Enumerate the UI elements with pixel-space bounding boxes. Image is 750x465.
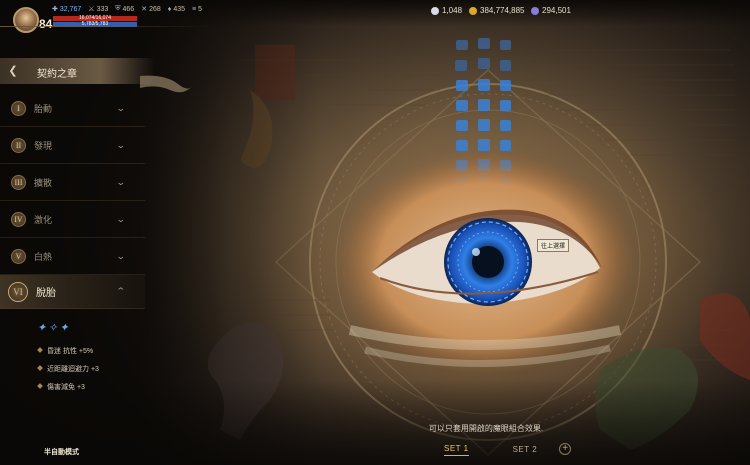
stat-potion: ♦ 435 bbox=[167, 5, 186, 13]
panel-header: ❮ 契約之章 bbox=[0, 58, 155, 84]
chevron-down-icon: ⌄ bbox=[115, 250, 126, 261]
scroll-ornament bbox=[140, 75, 192, 93]
menu-item-2[interactable]: II 發現 ⌄ bbox=[0, 127, 145, 164]
menu-item-3[interactable]: III 擴散 ⌄ bbox=[0, 164, 145, 201]
effect-item: 昏迷 抗性 +5% bbox=[37, 346, 93, 356]
menu-item-label: 擴散 bbox=[34, 177, 53, 188]
divider bbox=[0, 26, 210, 27]
menu-item-label: 白熱 bbox=[34, 251, 53, 262]
effect-item: 傷害減免 +3 bbox=[37, 382, 85, 392]
stat-attack: ⚔ 333 bbox=[88, 5, 109, 14]
tooltip: 往上選擇 bbox=[537, 239, 570, 252]
menu-item-1[interactable]: I 胎動 ⌄ bbox=[0, 90, 145, 127]
potion-icon: ♦ bbox=[167, 5, 172, 13]
numeral-badge: IV bbox=[11, 211, 26, 227]
menu-item-label: 胎動 bbox=[34, 103, 53, 114]
chevron-up-icon: ⌃ bbox=[115, 286, 126, 296]
numeral-badge: II bbox=[11, 137, 26, 153]
player-stats: ✚ 32,767 ⚔ 333 ⛨ 466 ✕ 268 ♦ 435 ≡ 5 bbox=[52, 5, 202, 13]
menu-item-label: 脫胎 bbox=[36, 288, 56, 299]
menu-item-6-active[interactable]: VI 脫胎 ⌃ bbox=[0, 275, 145, 309]
chevron-down-icon: ⌄ bbox=[115, 176, 126, 187]
signal-icon: ≡ bbox=[192, 5, 197, 13]
chapter-sidebar: ❮ 契約之章 I 胎動 ⌄ II 發現 ⌄ III 擴散 ⌄ IV 激化 ⌄ V… bbox=[0, 54, 192, 465]
shield-icon: ⛨ bbox=[115, 5, 121, 12]
rune-glyph-icon: ✦✧✦ bbox=[37, 322, 71, 334]
sword-icon: ⚔ bbox=[88, 6, 95, 13]
stat-signal: ≡ 5 bbox=[192, 5, 203, 13]
player-level: 84 bbox=[39, 17, 53, 31]
set-tabs: SET 1 SET 2 + bbox=[430, 442, 572, 456]
numeral-badge: VI bbox=[8, 281, 28, 302]
currency-gem: 294,501 bbox=[531, 6, 571, 15]
chevron-down-icon: ⌄ bbox=[115, 139, 126, 150]
currency-diamond: 1,048 bbox=[431, 6, 462, 15]
menu-item-label: 激化 bbox=[34, 214, 53, 225]
menu-item-5[interactable]: V 白熱 ⌄ bbox=[0, 238, 145, 275]
diamond-icon bbox=[431, 6, 439, 15]
menu-item-4[interactable]: IV 激化 ⌄ bbox=[0, 201, 145, 238]
add-set-icon[interactable]: + bbox=[559, 443, 572, 455]
semi-auto-mode-button[interactable]: 半自動模式 bbox=[44, 447, 79, 457]
menu-item-label: 發現 bbox=[34, 140, 53, 151]
chapter-menu: I 胎動 ⌄ II 發現 ⌄ III 擴散 ⌄ IV 激化 ⌄ V 白熱 ⌄ V… bbox=[0, 90, 145, 309]
tab-set-2[interactable]: SET 2 bbox=[513, 443, 538, 456]
effect-item: 近距離迴避力 +3 bbox=[37, 364, 99, 374]
chevron-down-icon: ⌄ bbox=[115, 213, 126, 224]
back-arrow-icon[interactable]: ❮ bbox=[6, 64, 20, 78]
numeral-badge: I bbox=[11, 100, 26, 116]
stat-defense: ⛨ 466 bbox=[115, 5, 135, 13]
player-avatar[interactable] bbox=[13, 7, 39, 33]
currency-gold: 384,774,885 bbox=[469, 6, 525, 15]
numeral-badge: III bbox=[11, 174, 26, 190]
tab-set-1[interactable]: SET 1 bbox=[444, 442, 469, 456]
stat-health: ✚ 32,767 bbox=[52, 5, 82, 14]
stat-power: ✕ 268 bbox=[141, 5, 161, 14]
health-icon: ✚ bbox=[52, 6, 58, 13]
chevron-down-icon: ⌄ bbox=[115, 102, 126, 113]
crossed-swords-icon: ✕ bbox=[141, 6, 148, 13]
gem-icon bbox=[531, 6, 539, 15]
gold-coin-icon bbox=[469, 6, 477, 15]
panel-title: 契約之章 bbox=[37, 69, 77, 80]
hint-text: 可以只套用開啟的魔眼組合效果. bbox=[428, 424, 544, 433]
numeral-badge: V bbox=[11, 248, 26, 264]
